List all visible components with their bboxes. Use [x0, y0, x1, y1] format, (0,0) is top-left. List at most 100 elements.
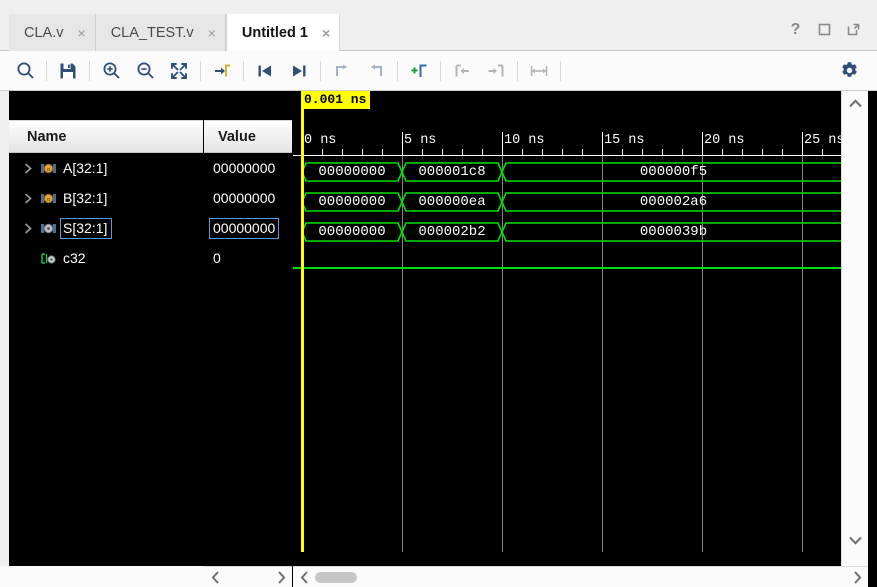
vertical-scrollbar[interactable]: [841, 91, 868, 552]
toolbar-separator: [440, 60, 441, 81]
bit-signal-icon: [40, 251, 58, 265]
signal-row-s[interactable]: S[32:1]: [9, 213, 203, 243]
signal-value-column: Value 00000000 00000000 00000000 0: [204, 91, 292, 552]
value-column-header[interactable]: Value: [204, 120, 292, 153]
scroll-up-icon[interactable]: [842, 91, 869, 115]
bus-value-label: 000002a6: [639, 194, 708, 210]
minor-tick: [582, 149, 583, 156]
minor-tick: [742, 149, 743, 156]
close-icon[interactable]: ×: [78, 26, 86, 40]
minor-tick: [822, 149, 823, 156]
signal-value-rows: 00000000 00000000 00000000 0: [204, 153, 292, 273]
toolbar-separator: [320, 60, 321, 81]
zoom-fit-icon[interactable]: [162, 56, 196, 86]
signal-value: 00000000: [213, 190, 276, 206]
minor-tick: [482, 149, 483, 156]
scroll-right-icon[interactable]: [270, 567, 292, 587]
tab-cla-v[interactable]: CLA.v ×: [9, 14, 96, 51]
signal-value: 00000000: [208, 217, 280, 239]
signal-value: 00000000: [213, 160, 276, 176]
signal-name-rows: o A[32:1] o B[32:1] S[32:1] c32: [9, 153, 203, 273]
next-transition-icon[interactable]: [282, 56, 316, 86]
waveform-hscrollbar[interactable]: [293, 566, 868, 587]
zoom-out-icon[interactable]: [128, 56, 162, 86]
minor-tick: [682, 149, 683, 156]
signal-row-b[interactable]: o B[32:1]: [9, 183, 203, 213]
save-icon[interactable]: [51, 56, 85, 86]
waveform-row-c32[interactable]: [293, 247, 841, 277]
bus-signal-icon: o: [40, 161, 58, 175]
measure-icon[interactable]: [522, 56, 556, 86]
waveform-viewer-window: CLA.v × CLA_TEST.v × Untitled 1 × ? Name…: [0, 0, 877, 587]
tick-label: 10 ns: [504, 133, 545, 148]
help-icon[interactable]: ?: [788, 21, 803, 37]
minor-tick: [382, 149, 383, 156]
time-ruler[interactable]: 0 ns 5 ns 10 ns 15 ns 20 ns 25 ns: [293, 131, 841, 156]
tab-label: CLA_TEST.v: [110, 24, 194, 41]
marker-right-icon[interactable]: [479, 56, 513, 86]
zoom-in-icon[interactable]: [94, 56, 128, 86]
bus-value-label: 00000000: [318, 224, 386, 240]
major-tick: [402, 132, 403, 156]
minor-tick: [782, 149, 783, 156]
minor-tick: [762, 149, 763, 156]
tab-cla-test-v[interactable]: CLA_TEST.v ×: [95, 14, 226, 51]
value-row-a[interactable]: 00000000: [204, 153, 292, 183]
bus-value-label: 0000039b: [639, 224, 708, 240]
next-marker-icon[interactable]: [359, 56, 393, 86]
scroll-down-icon[interactable]: [842, 528, 869, 552]
value-row-s[interactable]: 00000000: [204, 213, 292, 243]
toolbar-separator: [560, 60, 561, 81]
toolbar-separator: [89, 60, 90, 81]
marker-left-icon[interactable]: [445, 56, 479, 86]
signal-value: 0: [213, 250, 221, 266]
name-column-header[interactable]: Name: [9, 120, 203, 153]
minor-tick: [622, 149, 623, 156]
maximize-icon[interactable]: [817, 22, 832, 37]
bus-value-label: 000002b2: [418, 224, 486, 240]
tick-label: 15 ns: [604, 133, 645, 148]
minor-tick: [422, 149, 423, 156]
scroll-left-icon[interactable]: [204, 567, 226, 587]
minor-tick: [362, 149, 363, 156]
chevron-right-icon[interactable]: [24, 162, 40, 174]
minor-tick: [462, 149, 463, 156]
settings-gear-icon[interactable]: [829, 56, 869, 86]
cursor-line[interactable]: [301, 91, 304, 552]
tick-label: 0 ns: [304, 133, 337, 148]
waveform-toolbar: [0, 51, 877, 91]
toolbar-separator: [200, 60, 201, 81]
close-icon[interactable]: ×: [322, 26, 330, 40]
chevron-right-icon[interactable]: [24, 222, 40, 234]
close-icon[interactable]: ×: [208, 26, 216, 40]
tab-label: Untitled 1: [241, 24, 308, 41]
waveform-row-a[interactable]: 00000000 000001c8 000000f5: [293, 157, 841, 187]
window-controls: ?: [788, 21, 861, 37]
waveform-row-b[interactable]: 00000000 000000ea 000002a6: [293, 187, 841, 217]
value-row-b[interactable]: 00000000: [204, 183, 292, 213]
svg-text:o: o: [47, 197, 50, 203]
signal-name-label: B[32:1]: [63, 190, 108, 206]
scroll-left-icon[interactable]: [293, 567, 315, 587]
go-to-cursor-icon[interactable]: [205, 56, 239, 86]
hscrollbar-thumb[interactable]: [315, 571, 357, 583]
tab-untitled-1[interactable]: Untitled 1 ×: [225, 14, 341, 51]
toolbar-separator: [517, 60, 518, 81]
waveform-row-s[interactable]: 00000000 000002b2 0000039b: [293, 217, 841, 247]
bus-value-label: 000001c8: [418, 164, 486, 180]
waveform-canvas[interactable]: 0.001 ns 0 ns 5 ns 10 ns 15 ns 20 ns 25 …: [293, 91, 841, 552]
signal-row-c32[interactable]: c32: [9, 243, 203, 273]
previous-marker-icon[interactable]: [325, 56, 359, 86]
tab-label: CLA.v: [24, 24, 64, 41]
previous-transition-icon[interactable]: [248, 56, 282, 86]
value-row-c32[interactable]: 0: [204, 243, 292, 273]
add-marker-icon[interactable]: [402, 56, 436, 86]
signal-row-a[interactable]: o A[32:1]: [9, 153, 203, 183]
float-window-icon[interactable]: [846, 22, 861, 37]
name-column-hscrollbar[interactable]: [204, 566, 292, 587]
scroll-right-icon[interactable]: [846, 567, 868, 587]
bus-value-label: 00000000: [318, 164, 386, 180]
chevron-right-icon[interactable]: [24, 192, 40, 204]
minor-tick: [642, 149, 643, 156]
search-icon[interactable]: [8, 56, 42, 86]
